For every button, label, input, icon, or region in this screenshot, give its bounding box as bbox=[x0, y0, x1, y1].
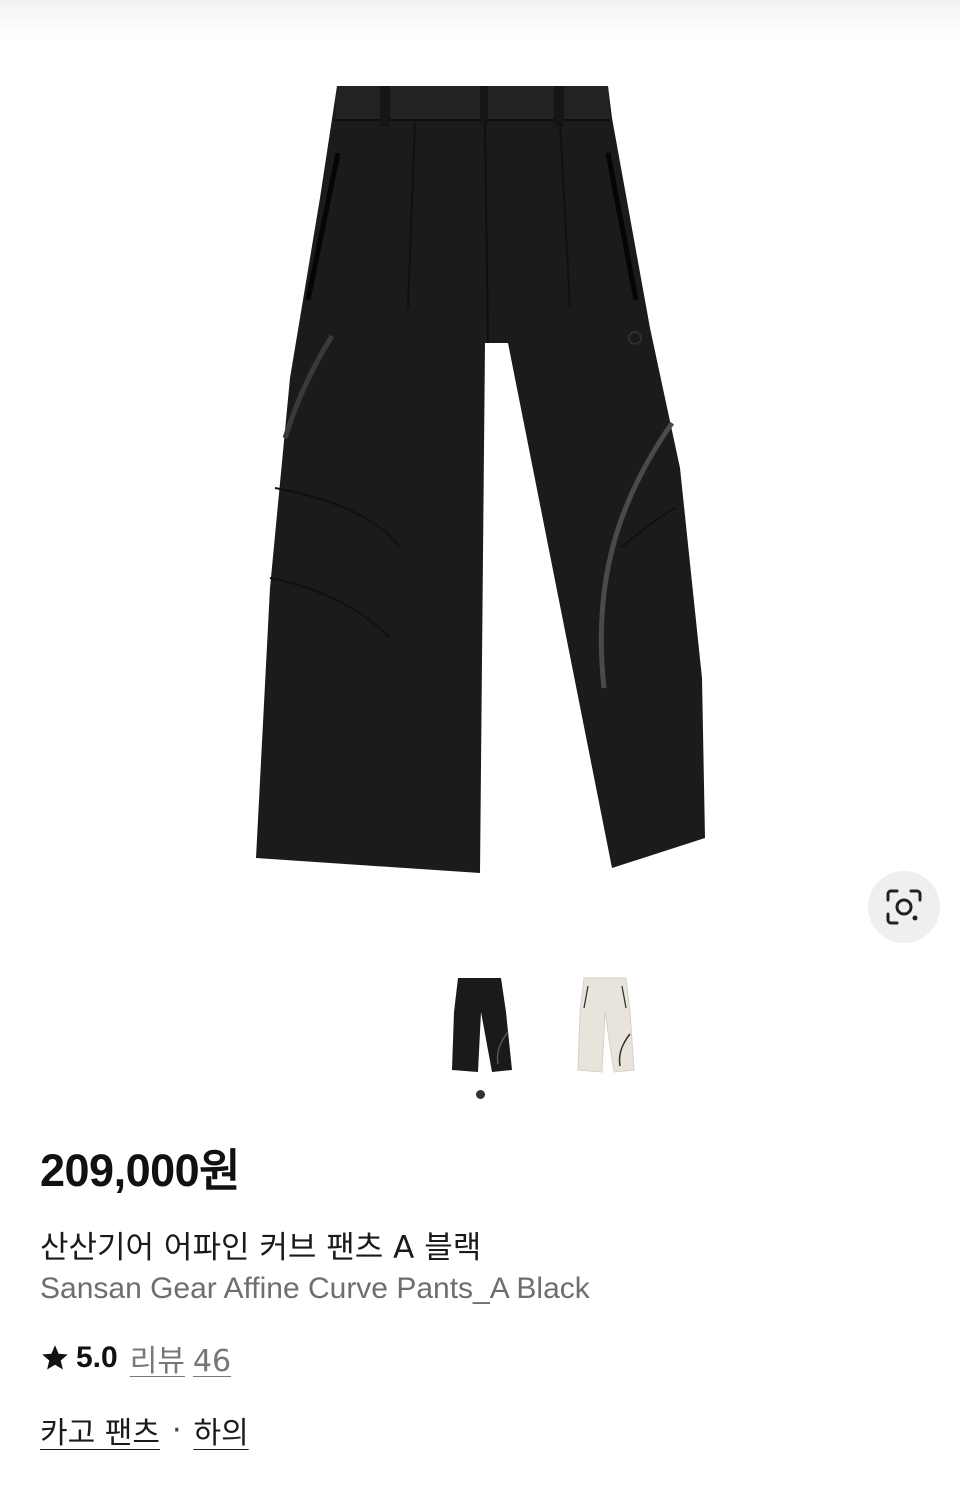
star-icon bbox=[42, 1345, 68, 1370]
category-breadcrumb: 카고 팬츠 · 하의 bbox=[40, 1408, 249, 1452]
product-image-viewer[interactable] bbox=[0, 0, 960, 955]
thumbnail-black[interactable] bbox=[426, 972, 536, 1082]
image-search-button[interactable] bbox=[868, 871, 940, 943]
review-count: 46 bbox=[192, 1344, 232, 1379]
thumbnail-strip bbox=[0, 972, 960, 1082]
category-cargo-pants-link[interactable]: 카고 팬츠 bbox=[40, 1408, 160, 1452]
rating-value: 5.0 bbox=[76, 1341, 118, 1374]
review-link[interactable]: 리뷰 46 bbox=[130, 1336, 231, 1380]
category-bottoms-link[interactable]: 하의 bbox=[193, 1408, 248, 1452]
category-separator: · bbox=[171, 1412, 182, 1448]
carousel-page-indicator bbox=[476, 1090, 485, 1099]
product-image-pants-black bbox=[256, 86, 705, 873]
thumbnail-cream[interactable] bbox=[550, 972, 660, 1082]
product-name-korean: 산산기어 어파인 커브 팬츠 A 블랙 bbox=[40, 1230, 482, 1266]
product-name-english: Sansan Gear Affine Curve Pants_A Black bbox=[40, 1272, 590, 1305]
rating-row: 5.0 리뷰 46 bbox=[40, 1336, 231, 1380]
image-search-icon bbox=[886, 889, 922, 925]
product-detail-page: 209,000원 산산기어 어파인 커브 팬츠 A 블랙 Sansan Gear… bbox=[0, 0, 960, 1500]
product-price: 209,000원 bbox=[40, 1145, 241, 1196]
review-label: 리뷰 bbox=[129, 1344, 185, 1379]
top-fade bbox=[0, 0, 960, 40]
